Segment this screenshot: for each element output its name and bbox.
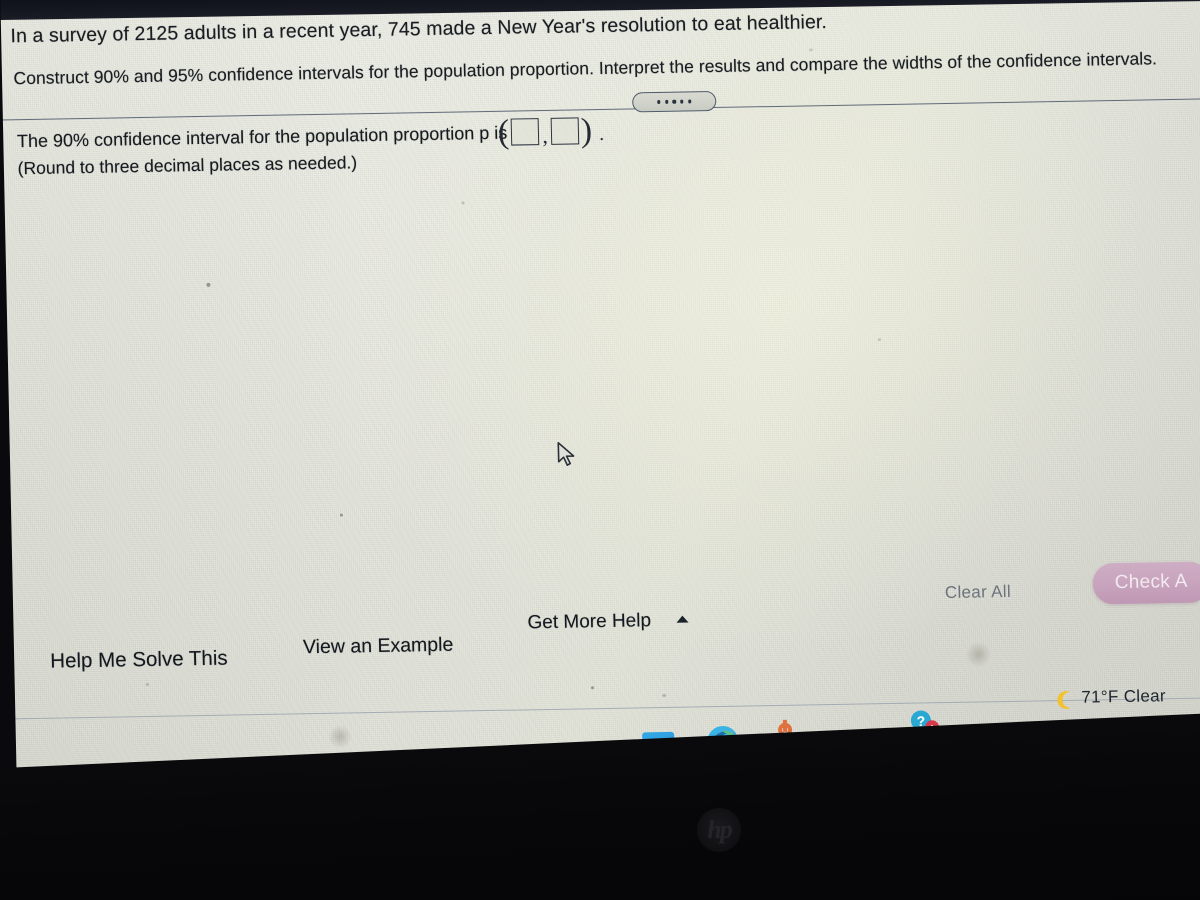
caret-up-icon[interactable] [676,615,689,623]
interval-comma: , [542,122,549,148]
open-paren: ( [497,113,510,151]
answer-prompt-label: The 90% confidence interval for the popu… [16,122,508,152]
laptop-screen-photo: In a survey of 2125 adults in a recent y… [0,0,1200,900]
clear-all-button[interactable]: Clear All [945,582,1011,603]
ellipsis-dots-icon[interactable] [632,90,717,113]
lower-bound-input[interactable] [510,118,540,146]
upper-bound-input[interactable] [550,117,580,145]
mouse-cursor-icon [557,441,575,466]
problem-instruction: Construct 90% and 95% confidence interva… [13,48,1158,89]
check-answer-button[interactable]: Check A [1092,561,1200,605]
close-paren: ) [580,111,593,149]
confidence-interval-input-group: ( , ) . [497,111,605,151]
view-an-example-link[interactable]: View an Example [303,634,454,660]
get-more-help-link[interactable]: Get More Help [527,610,651,634]
crescent-moon-icon [1057,690,1071,709]
trailing-period: . [598,122,605,146]
weather-widget[interactable]: 71°F Clear [1081,686,1166,707]
help-me-solve-this-link[interactable]: Help Me Solve This [50,647,228,674]
screen-content: In a survey of 2125 adults in a recent y… [0,0,1200,833]
rounding-note: (Round to three decimal places as needed… [17,152,358,179]
